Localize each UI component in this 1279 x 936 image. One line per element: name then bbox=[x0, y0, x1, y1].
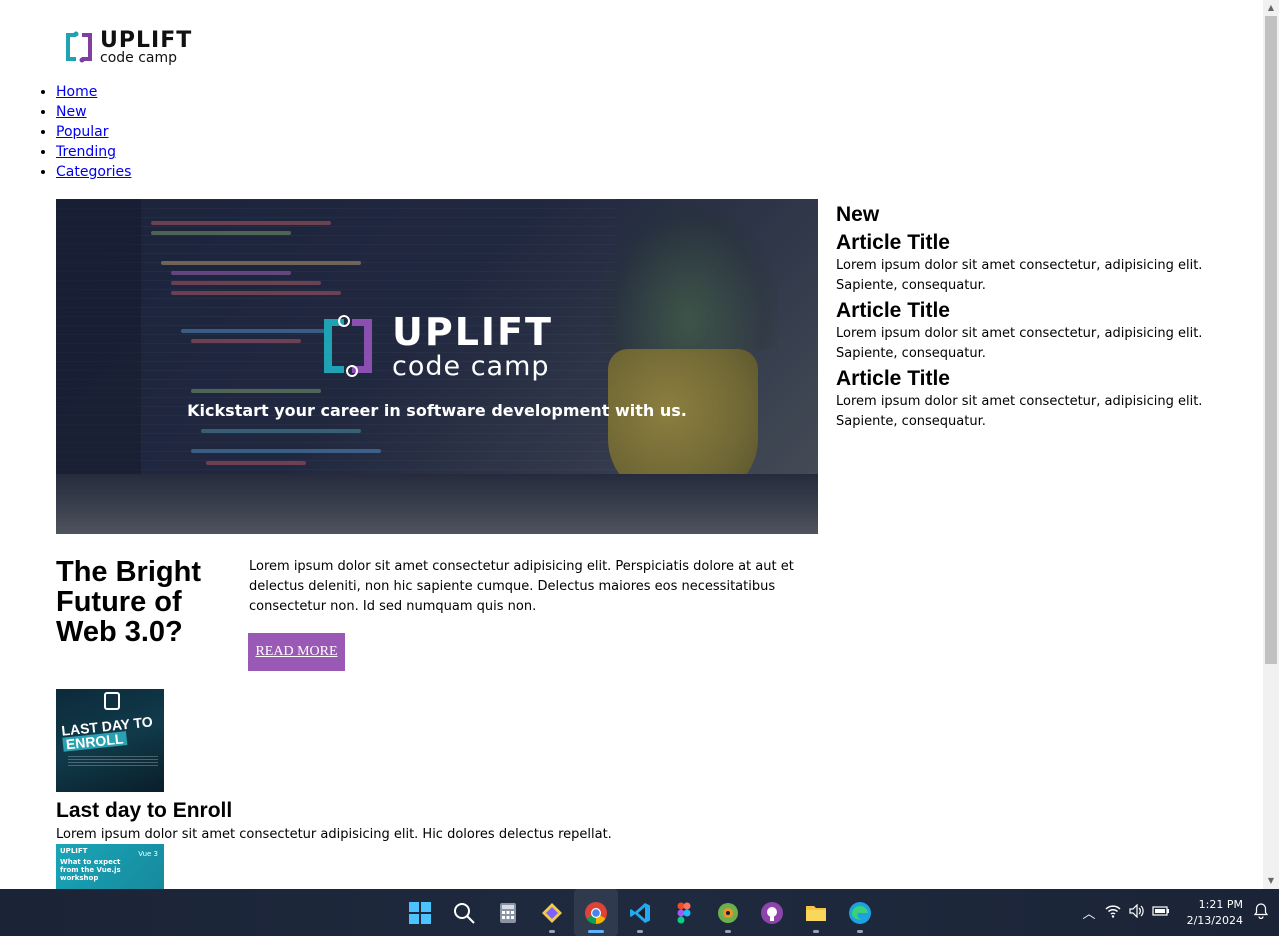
nav-item-home: Home bbox=[56, 82, 131, 102]
chrome-icon bbox=[585, 901, 607, 924]
enroll-card-image[interactable]: LAST DAY TO ENROLL bbox=[56, 689, 164, 792]
card-title[interactable]: Last day to Enroll bbox=[56, 797, 232, 825]
wifi-icon[interactable] bbox=[1101, 904, 1125, 922]
read-more-button[interactable]: READ MORE bbox=[248, 633, 345, 671]
vue-card-logo: UPLIFT bbox=[60, 847, 88, 855]
article-title[interactable]: Article Title bbox=[836, 298, 1256, 324]
clock-date: 2/13/2024 bbox=[1186, 913, 1243, 927]
article-title[interactable]: Article Title bbox=[836, 366, 1256, 392]
hero-logo-text-bottom: code camp bbox=[392, 350, 550, 382]
taskbar-figma[interactable] bbox=[662, 889, 706, 936]
chevron-up-icon[interactable]: ︿ bbox=[1077, 903, 1101, 922]
hero-logo: UPLIFT code camp bbox=[316, 311, 553, 381]
windows-start-button[interactable] bbox=[398, 889, 442, 936]
article-excerpt: Lorem ipsum dolor sit amet consectetur, … bbox=[836, 258, 1203, 293]
taskbar-calculator[interactable] bbox=[486, 889, 530, 936]
taskbar-chrome[interactable] bbox=[574, 889, 618, 936]
vue-card-badge: Vue 3 bbox=[138, 850, 158, 858]
folder-icon bbox=[806, 905, 826, 921]
taskbar-search-button[interactable] bbox=[442, 889, 486, 936]
featured-title: The Bright Future of Web 3.0? bbox=[56, 556, 201, 648]
figma-icon bbox=[677, 902, 691, 923]
windows-logo-icon bbox=[409, 901, 431, 924]
main-nav: Home New Popular Trending Categories bbox=[0, 82, 131, 182]
vue-card-text: What to expect from the Vue.js workshop bbox=[60, 858, 121, 882]
article-excerpt: Lorem ipsum dolor sit amet consectetur, … bbox=[836, 394, 1203, 429]
chameleon-app-icon bbox=[718, 902, 738, 923]
article-excerpt: Lorem ipsum dolor sit amet consectetur, … bbox=[836, 326, 1203, 361]
notification-bell-icon[interactable] bbox=[1249, 902, 1273, 923]
logo-text-bottom: code camp bbox=[100, 49, 178, 66]
search-icon bbox=[454, 902, 475, 924]
battery-icon[interactable] bbox=[1149, 905, 1173, 921]
new-heading: New bbox=[836, 203, 880, 226]
vue-workshop-card-image[interactable]: UPLIFT What to expect from the Vue.js wo… bbox=[56, 844, 164, 889]
taskbar-github-desktop[interactable] bbox=[750, 889, 794, 936]
scroll-up-arrow-icon[interactable]: ▲ bbox=[1263, 0, 1279, 16]
hero-tagline: Kickstart your career in software develo… bbox=[187, 401, 687, 420]
taskbar-edge[interactable] bbox=[838, 889, 882, 936]
featured-body: Lorem ipsum dolor sit amet consectetur a… bbox=[249, 559, 794, 614]
nav-link-trending[interactable]: Trending bbox=[56, 144, 116, 160]
hero-logo-text-top: UPLIFT bbox=[392, 309, 553, 354]
hero-logo-mark-icon bbox=[324, 315, 372, 377]
page-scrollbar[interactable]: ▲ ▼ bbox=[1263, 0, 1279, 889]
taskbar-vscode[interactable] bbox=[618, 889, 662, 936]
system-tray: ︿ 1:21 PM 2/13/2024 bbox=[1077, 889, 1279, 936]
clock-time: 1:21 PM bbox=[1198, 897, 1243, 911]
vscode-icon bbox=[630, 902, 650, 923]
new-articles-section: New Article Title Lorem ipsum dolor sit … bbox=[836, 202, 1256, 432]
card-text: Lorem ipsum dolor sit amet consectetur a… bbox=[56, 827, 612, 842]
taskbar-gitkraken[interactable] bbox=[530, 889, 574, 936]
nav-item-categories: Categories bbox=[56, 162, 131, 182]
browser-viewport: UPLIFT code camp Home New Popular Trendi… bbox=[0, 0, 1263, 889]
nav-link-categories[interactable]: Categories bbox=[56, 164, 131, 180]
nav-item-popular: Popular bbox=[56, 122, 131, 142]
nav-link-popular[interactable]: Popular bbox=[56, 124, 109, 140]
windows-taskbar: ︿ 1:21 PM 2/13/2024 bbox=[0, 889, 1279, 936]
scroll-down-arrow-icon[interactable]: ▼ bbox=[1263, 873, 1279, 889]
taskbar-app-chameleon[interactable] bbox=[706, 889, 750, 936]
gitkraken-icon bbox=[542, 902, 562, 923]
scrollbar-thumb[interactable] bbox=[1265, 16, 1277, 664]
uplift-badge-icon bbox=[104, 692, 120, 710]
volume-icon[interactable] bbox=[1125, 903, 1149, 922]
logo-text-top: UPLIFT bbox=[100, 27, 193, 53]
system-clock[interactable]: 1:21 PM 2/13/2024 bbox=[1173, 897, 1243, 929]
calculator-icon bbox=[500, 902, 516, 923]
nav-link-home[interactable]: Home bbox=[56, 84, 97, 100]
logo-mark-icon bbox=[66, 31, 92, 63]
github-icon bbox=[761, 901, 783, 924]
hero-banner: UPLIFT code camp Kickstart your career i… bbox=[56, 199, 818, 534]
article-title[interactable]: Article Title bbox=[836, 230, 1256, 256]
nav-item-trending: Trending bbox=[56, 142, 131, 162]
edge-icon bbox=[849, 901, 871, 924]
nav-link-new[interactable]: New bbox=[56, 104, 87, 120]
site-logo[interactable]: UPLIFT code camp bbox=[62, 28, 192, 66]
taskbar-file-explorer[interactable] bbox=[794, 889, 838, 936]
nav-item-new: New bbox=[56, 102, 131, 122]
